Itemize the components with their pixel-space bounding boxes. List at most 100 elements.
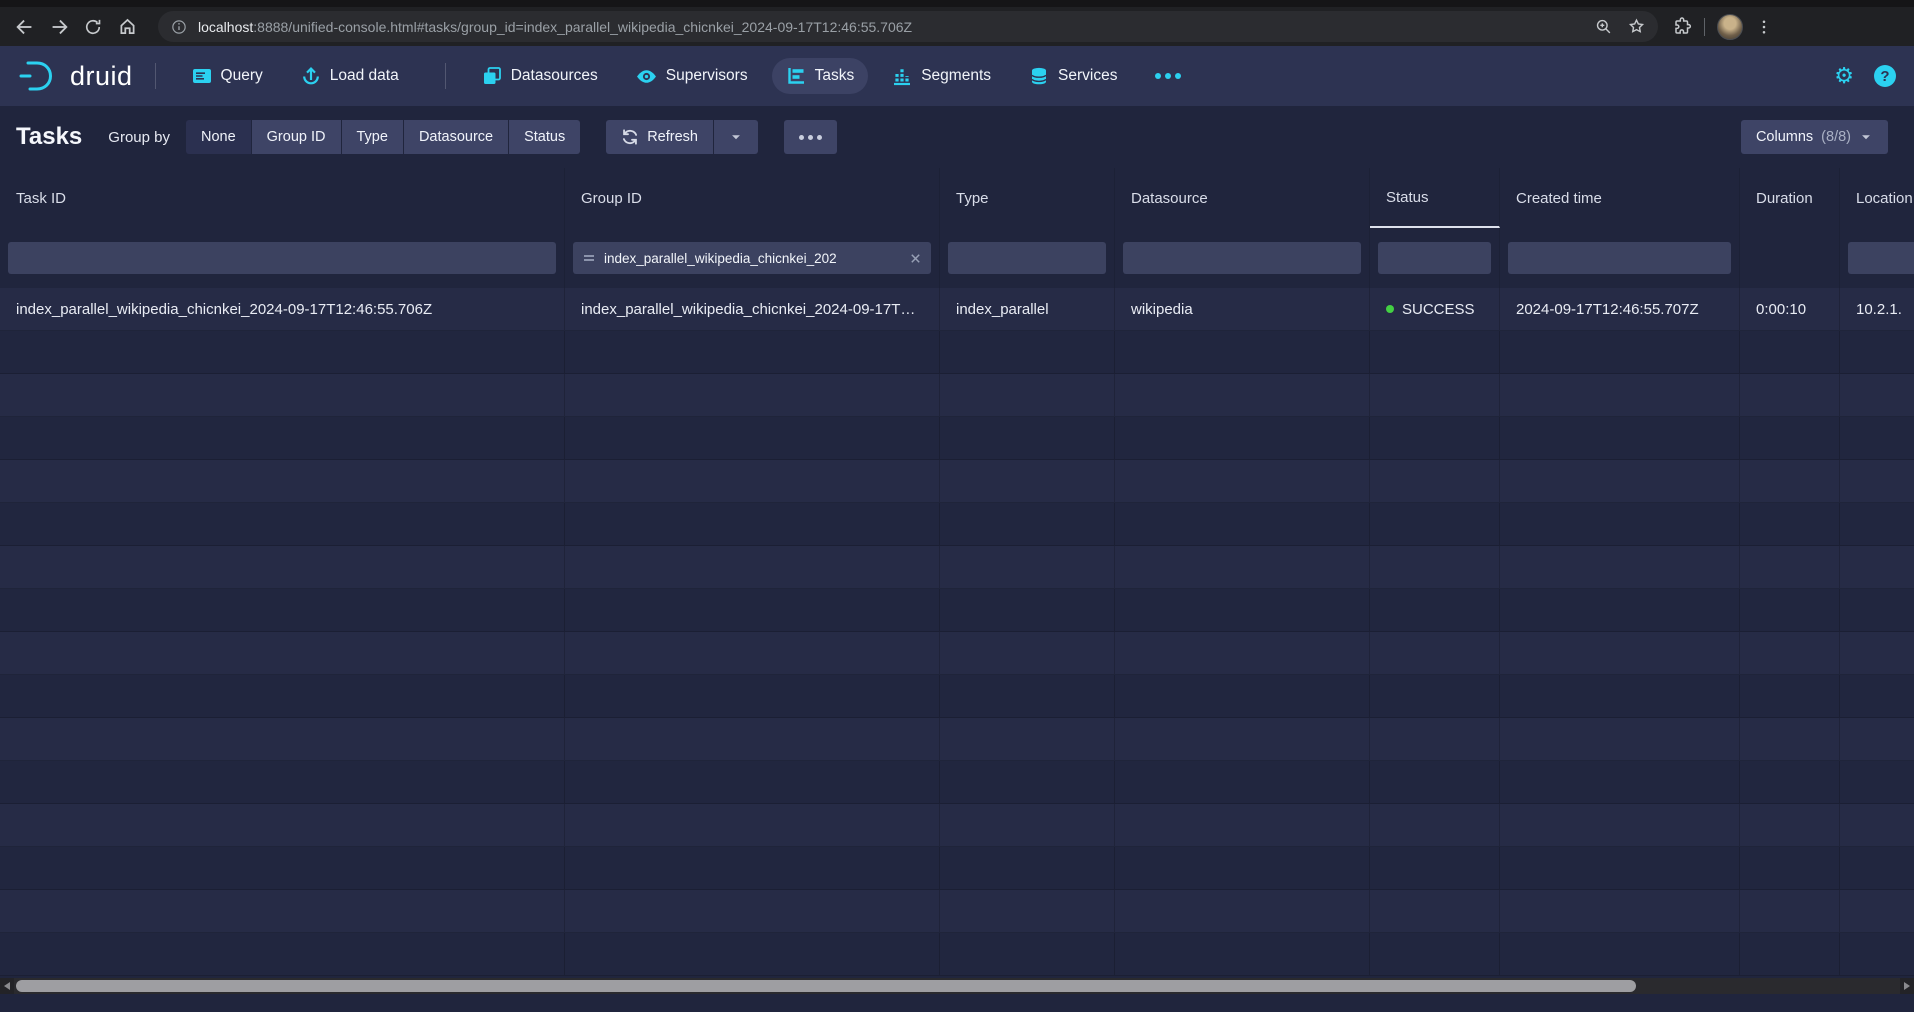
scroll-right-arrow[interactable] [1900, 978, 1914, 994]
table-cell-empty [565, 933, 940, 975]
location-filter-input[interactable] [1848, 242, 1914, 274]
table-row-empty [0, 589, 1914, 632]
table-cell-empty [565, 460, 940, 502]
table-cell-empty [1840, 933, 1914, 975]
table-cell-empty [1370, 804, 1500, 846]
column-header-datasource[interactable]: Datasource [1115, 168, 1370, 228]
profile-avatar[interactable] [1717, 14, 1743, 40]
column-header-status[interactable]: Status [1370, 168, 1500, 228]
table-body-empty [0, 331, 1914, 976]
nav-item-query[interactable]: Query [178, 58, 277, 94]
gear-icon[interactable]: ⚙ [1834, 65, 1854, 87]
table-cell-empty [1115, 804, 1370, 846]
nav-item-load-data[interactable]: Load data [287, 58, 413, 94]
table-cell-empty [0, 374, 565, 416]
bookmark-star-icon[interactable] [1627, 17, 1646, 36]
columns-button[interactable]: Columns (8/8) [1741, 120, 1888, 154]
location-cell[interactable]: 10.2.1. [1840, 288, 1914, 330]
column-header-task-id[interactable]: Task ID [0, 168, 565, 228]
duration-cell[interactable]: 0:00:10 [1740, 288, 1840, 330]
url-bar[interactable]: localhost:8888/unified-console.html#task… [158, 11, 1658, 42]
created-time-cell[interactable]: 2024-09-17T12:46:55.707Z [1500, 288, 1740, 330]
datasource-cell[interactable]: wikipedia [1115, 288, 1370, 330]
scrollbar-track[interactable] [14, 978, 1900, 994]
column-header-label: Group ID [581, 190, 642, 207]
column-header-location[interactable]: Location [1840, 168, 1914, 228]
table-cell-empty [1115, 761, 1370, 803]
site-info-icon[interactable] [170, 18, 188, 36]
table-cell-empty [1370, 331, 1500, 373]
group-id-cell[interactable]: index_parallel_wikipedia_chicnkei_2024-0… [565, 288, 940, 330]
forward-icon[interactable] [42, 10, 76, 44]
group-by-datasource-button[interactable]: Datasource [404, 120, 508, 154]
table-cell-empty [0, 417, 565, 459]
group-by-status-button[interactable]: Status [509, 120, 580, 154]
table-cell-empty [1115, 675, 1370, 717]
table-cell-empty [940, 374, 1115, 416]
refresh-caret-button[interactable] [714, 120, 758, 154]
horizontal-scrollbar[interactable] [0, 978, 1914, 994]
group-id-filter-value: index_parallel_wikipedia_chicnkei_202 [604, 251, 901, 266]
type-filter-input[interactable] [948, 242, 1106, 274]
table-cell-empty [1840, 761, 1914, 803]
home-icon[interactable] [110, 10, 144, 44]
browser-menu-icon[interactable] [1755, 18, 1773, 36]
task-id-filter-input[interactable] [8, 242, 556, 274]
column-header-created-time[interactable]: Created time [1500, 168, 1740, 228]
table-cell-empty [1840, 331, 1914, 373]
toolbar-more-button[interactable] [784, 120, 837, 154]
group-by-group-id-button[interactable]: Group ID [252, 120, 341, 154]
table-cell-empty [565, 331, 940, 373]
table-cell-empty [1740, 847, 1840, 889]
help-icon[interactable]: ? [1874, 65, 1896, 87]
table-cell-empty [1370, 374, 1500, 416]
nav-item-services[interactable]: Services [1015, 58, 1131, 94]
task-id-cell[interactable]: index_parallel_wikipedia_chicnkei_2024-0… [0, 288, 565, 330]
nav-item-supervisors[interactable]: Supervisors [622, 58, 762, 95]
refresh-button[interactable]: Refresh [606, 120, 713, 154]
table-cell-empty [565, 804, 940, 846]
column-header-group-id[interactable]: Group ID [565, 168, 940, 228]
table-cell-empty [1115, 331, 1370, 373]
table-cell-empty [0, 331, 565, 373]
druid-navbar: druid Query Load data Datasources Superv… [0, 46, 1914, 106]
column-header-type[interactable]: Type [940, 168, 1115, 228]
table-cell-empty [1115, 890, 1370, 932]
nav-item-tasks[interactable]: Tasks [772, 58, 869, 94]
druid-brand[interactable]: druid [18, 58, 133, 94]
table-row[interactable]: index_parallel_wikipedia_chicnkei_2024-0… [0, 288, 1914, 331]
zoom-icon[interactable] [1594, 17, 1613, 36]
columns-label: Columns [1756, 129, 1813, 145]
table-cell-empty [1740, 417, 1840, 459]
status-cell[interactable]: SUCCESS [1370, 288, 1500, 330]
nav-item-segments[interactable]: Segments [878, 58, 1005, 94]
reload-icon[interactable] [76, 10, 110, 44]
back-icon[interactable] [8, 10, 42, 44]
nav-item-label: Load data [330, 67, 399, 85]
type-cell[interactable]: index_parallel [940, 288, 1115, 330]
scroll-left-arrow[interactable] [0, 978, 14, 994]
column-header-label: Task ID [16, 190, 66, 207]
nav-more-button[interactable] [1141, 65, 1195, 87]
table-cell-empty [1115, 546, 1370, 588]
table-row-empty [0, 890, 1914, 933]
nav-item-datasources[interactable]: Datasources [468, 58, 612, 94]
group-id-filter-input[interactable]: index_parallel_wikipedia_chicnkei_202 [573, 242, 931, 274]
table-cell-empty [565, 417, 940, 459]
extensions-puzzle-icon[interactable] [1672, 17, 1692, 37]
table-row-empty [0, 460, 1914, 503]
group-by-type-button[interactable]: Type [342, 120, 403, 154]
created-time-filter-input[interactable] [1508, 242, 1731, 274]
clear-filter-icon[interactable] [909, 252, 922, 265]
table-cell-empty [940, 933, 1115, 975]
status-filter-input[interactable] [1378, 242, 1491, 274]
nav-item-label: Services [1058, 67, 1117, 85]
table-cell-empty [1740, 761, 1840, 803]
chevron-down-icon [729, 130, 743, 144]
group-by-none-button[interactable]: None [186, 120, 251, 154]
refresh-icon [621, 128, 639, 146]
column-header-duration[interactable]: Duration [1740, 168, 1840, 228]
scrollbar-thumb[interactable] [16, 980, 1636, 992]
table-cell-empty [940, 761, 1115, 803]
datasource-filter-input[interactable] [1123, 242, 1361, 274]
